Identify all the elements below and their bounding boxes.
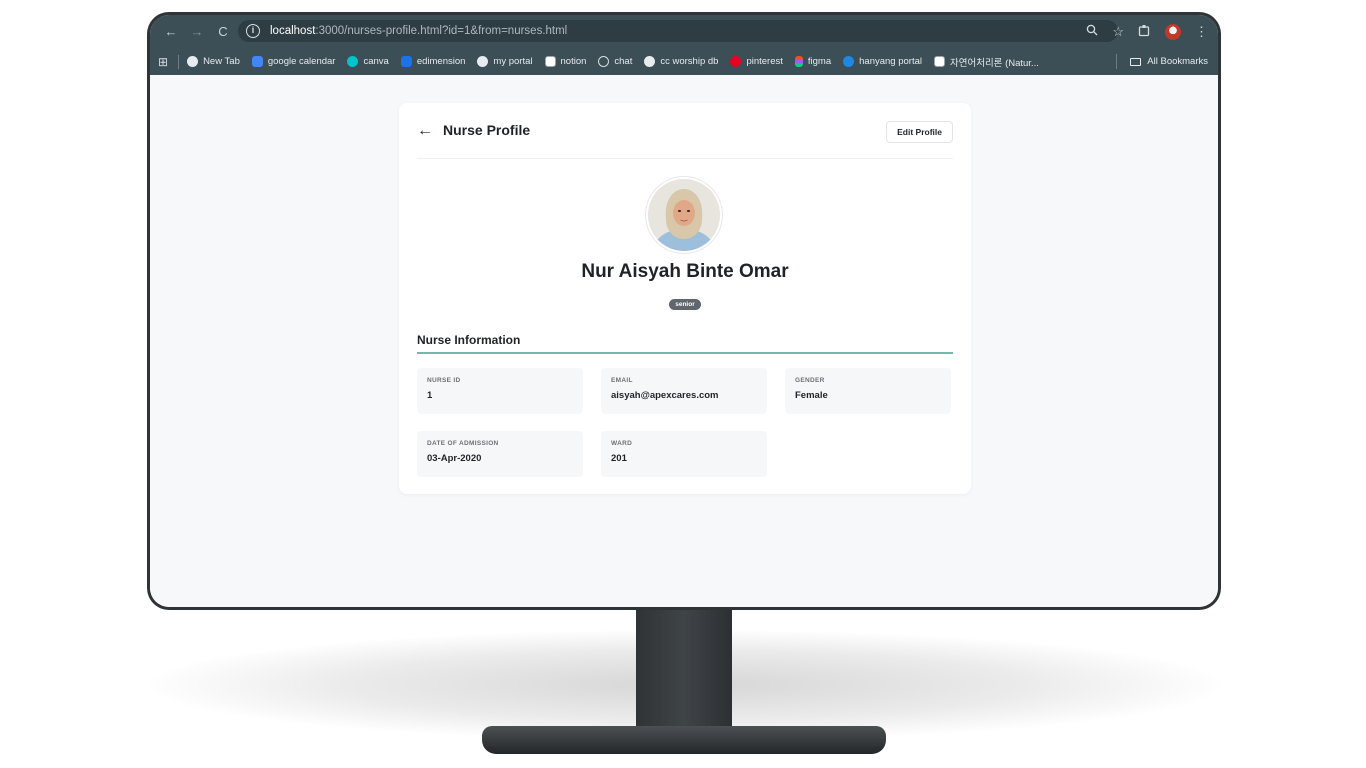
info-label: NURSE ID <box>427 377 461 384</box>
bookmark-label: notion <box>560 56 587 67</box>
page-body: ← Nurse Profile Edit Profile Nur Aisyah … <box>150 75 1218 607</box>
reload-icon[interactable]: C <box>210 24 236 39</box>
bookmark-canva[interactable]: canva <box>347 56 389 67</box>
pinterest-icon <box>730 56 742 67</box>
browser-toolbar: ← → C i localhost:3000/nurses-profile.ht… <box>150 15 1218 48</box>
toolbar-actions: ☆ ⋮ <box>1086 15 1208 48</box>
info-value: 201 <box>611 453 627 464</box>
notion-icon <box>933 56 945 67</box>
calendar-icon <box>251 56 263 67</box>
info-value: 1 <box>427 390 433 401</box>
bookmark-label: canva <box>363 56 389 67</box>
address-bar[interactable]: i localhost:3000/nurses-profile.html?id=… <box>238 20 1118 42</box>
folder-icon <box>1130 57 1142 66</box>
level-badge: senior <box>669 299 701 310</box>
info-box-nurse-id: NURSE ID 1 <box>417 368 583 414</box>
info-box-ward: WARD 201 <box>601 431 767 477</box>
nurse-name: Nur Aisyah Binte Omar <box>581 261 789 282</box>
zoom-icon[interactable] <box>1086 24 1098 39</box>
menu-kebab-icon[interactable]: ⋮ <box>1195 24 1208 40</box>
edit-profile-button[interactable]: Edit Profile <box>886 121 953 143</box>
bookmark-label: 자연어처리론 (Natur... <box>949 57 1039 69</box>
globe-icon <box>644 56 656 67</box>
bookmark-pinterest[interactable]: pinterest <box>730 56 783 67</box>
url-path: :3000/nurses-profile.html?id=1&from=nurs… <box>315 25 568 37</box>
bookmark-label: google calendar <box>267 56 336 67</box>
extensions-icon[interactable] <box>1138 24 1151 40</box>
bookmark-figma[interactable]: figma <box>794 56 832 67</box>
card-header: ← Nurse Profile Edit Profile <box>417 120 953 159</box>
info-label: DATE OF ADMISSION <box>427 440 499 447</box>
figma-icon <box>794 56 803 67</box>
bookmarks-bar: ⊞ New Tab google calendar canva edimensi… <box>150 48 1218 75</box>
profile-card: ← Nurse Profile Edit Profile Nur Aisyah … <box>399 103 971 494</box>
bookmark-label: edimension <box>416 56 466 67</box>
forward-icon[interactable]: → <box>184 24 210 39</box>
all-bookmarks-label: All Bookmarks <box>1147 56 1208 67</box>
bookmark-label: New Tab <box>203 56 240 67</box>
bookmark-cc-worship-db[interactable]: cc worship db <box>644 56 718 67</box>
section-title: Nurse Information <box>417 333 953 354</box>
info-value: Female <box>795 390 828 401</box>
monitor-screen: ← → C i localhost:3000/nurses-profile.ht… <box>150 15 1218 607</box>
bookmark-label: chat <box>614 56 633 67</box>
globe-icon <box>477 56 489 67</box>
notion-icon <box>544 56 556 67</box>
page-title: Nurse Profile <box>443 122 531 138</box>
info-box-email: EMAIL aisyah@apexcares.com <box>601 368 767 414</box>
info-value: aisyah@apexcares.com <box>611 390 719 401</box>
bookmark-label: pinterest <box>746 56 783 67</box>
back-icon[interactable]: ← <box>158 24 184 39</box>
bookmark-new-tab[interactable]: New Tab <box>187 56 240 67</box>
bookmarks-divider <box>178 54 180 69</box>
globe-icon <box>187 56 199 67</box>
bookmark-label: my portal <box>493 56 533 67</box>
back-arrow-icon[interactable]: ← <box>417 122 433 140</box>
info-label: EMAIL <box>611 377 633 384</box>
bookmark-nlp-course[interactable]: 자연어처리론 (Natur... <box>933 55 1039 69</box>
site-info-icon[interactable]: i <box>246 24 260 38</box>
info-box-date-of-admission: DATE OF ADMISSION 03-Apr-2020 <box>417 431 583 477</box>
info-box-gender: GENDER Female <box>785 368 951 414</box>
bookmark-star-icon[interactable]: ☆ <box>1112 24 1124 40</box>
bookmark-label: cc worship db <box>660 56 719 67</box>
monitor-stand-neck <box>636 604 732 738</box>
monitor-stand-base <box>482 726 886 754</box>
all-bookmarks-button[interactable]: All Bookmarks <box>1116 48 1208 75</box>
bookmark-label: figma <box>807 56 832 67</box>
url-host: localhost <box>270 25 316 37</box>
edimension-icon <box>400 56 412 67</box>
level-badge-container: senior <box>399 293 971 311</box>
hanyang-icon <box>843 56 855 67</box>
bookmark-label: hanyang portal <box>859 56 922 67</box>
bookmark-edimension[interactable]: edimension <box>400 56 466 67</box>
bookmark-my-portal[interactable]: my portal <box>477 56 533 67</box>
chat-icon <box>598 56 610 67</box>
bookmark-chat[interactable]: chat <box>598 56 632 67</box>
info-value: 03-Apr-2020 <box>427 453 482 464</box>
apps-grid-icon[interactable]: ⊞ <box>158 55 168 69</box>
profile-avatar-icon[interactable] <box>1165 23 1181 40</box>
bookmark-hanyang-portal[interactable]: hanyang portal <box>843 56 922 67</box>
info-label: GENDER <box>795 377 825 384</box>
canva-icon <box>347 56 359 67</box>
bookmark-notion[interactable]: notion <box>544 56 587 67</box>
info-label: WARD <box>611 440 633 447</box>
nurse-avatar <box>648 179 720 251</box>
monitor-frame: ← → C i localhost:3000/nurses-profile.ht… <box>147 12 1221 610</box>
bookmark-google-calendar[interactable]: google calendar <box>251 56 336 67</box>
